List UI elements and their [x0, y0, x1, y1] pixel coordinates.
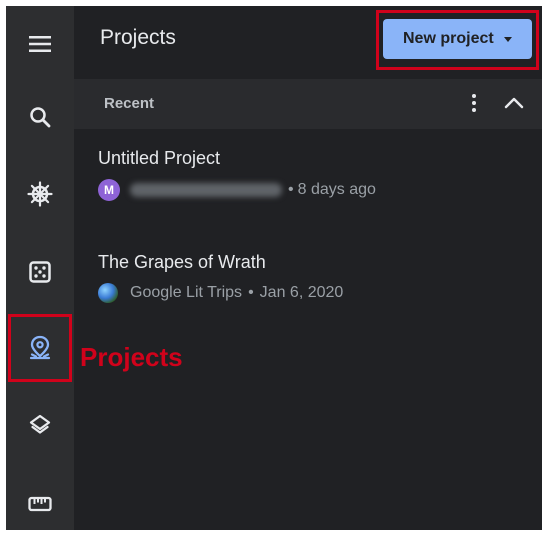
voyager-wheel-icon — [27, 181, 53, 207]
meta-separator: • — [248, 284, 254, 301]
voyager-button[interactable] — [20, 174, 60, 214]
recent-label: Recent — [104, 95, 155, 112]
project-time: 8 days ago — [297, 181, 376, 198]
new-project-label: New project — [403, 30, 494, 47]
more-options-icon[interactable] — [462, 90, 486, 116]
meta-separator: • — [288, 181, 294, 198]
search-icon — [30, 107, 51, 128]
projects-rail-highlight — [8, 314, 72, 382]
panel-header: Projects New project — [74, 6, 542, 76]
menu-button[interactable] — [20, 24, 60, 64]
recent-section-header: Recent — [74, 79, 542, 129]
blurred-owner-name — [130, 183, 282, 197]
dice-icon — [29, 261, 51, 283]
side-rail — [6, 6, 74, 530]
measure-button[interactable] — [20, 484, 60, 524]
project-date: Jan 6, 2020 — [259, 284, 344, 301]
dropdown-caret-icon — [503, 36, 512, 42]
project-list-item[interactable]: Untitled Project M • 8 days ago — [98, 148, 542, 208]
project-list-item[interactable]: The Grapes of Wrath Google Lit Trips • J… — [98, 252, 542, 312]
app-frame: Projects New project Recent Untitled Pro… — [6, 6, 542, 530]
search-button[interactable] — [20, 97, 60, 137]
projects-annotation: Projects — [80, 342, 183, 372]
globe-icon — [98, 283, 118, 303]
panel-title: Projects — [100, 26, 176, 49]
project-title: The Grapes of Wrath — [98, 252, 266, 272]
ruler-icon — [28, 496, 52, 512]
menu-icon — [29, 36, 51, 52]
layers-icon — [29, 414, 51, 434]
feeling-lucky-button[interactable] — [20, 252, 60, 292]
new-project-button[interactable]: New project — [383, 19, 532, 59]
map-style-button[interactable] — [20, 405, 60, 445]
collapse-chevron-icon[interactable] — [500, 91, 528, 115]
project-title: Untitled Project — [98, 148, 221, 168]
projects-panel: Projects New project Recent Untitled Pro… — [74, 6, 542, 530]
project-meta: Google Lit Trips • Jan 6, 2020 — [98, 283, 542, 303]
avatar: M — [98, 179, 120, 201]
project-owner: Google Lit Trips — [130, 284, 243, 301]
project-meta: M • 8 days ago — [98, 179, 542, 201]
new-project-highlight: New project — [376, 10, 539, 70]
